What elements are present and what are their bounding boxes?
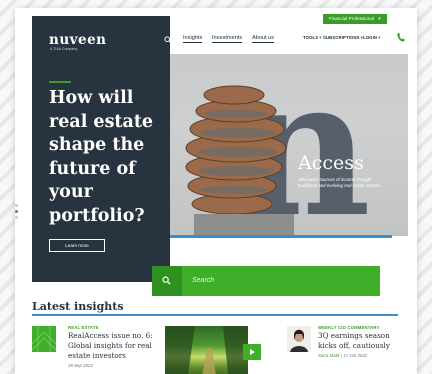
card-title[interactable]: 3Q earnings season kicks off, cautiously [318,331,400,351]
hero-text-panel: nuveen A TIAA Company How will real esta… [32,16,172,282]
real-estate-thumbnail[interactable] [31,326,57,352]
chevron-down-icon: ▾ [319,35,322,40]
chevron-down-icon: ▾ [378,35,381,40]
carousel-dot-active[interactable] [15,210,18,213]
subscriptions-label: SUBSCRIPTIONS [323,35,360,40]
nuveen-logo[interactable]: nuveen [49,32,106,48]
nav-insights[interactable]: Insights [183,34,203,43]
subscriptions-menu[interactable]: SUBSCRIPTIONS▾ [323,35,363,41]
play-icon [250,349,255,355]
forest-path-image [165,326,248,374]
overlay-description: alternative sources of income through tr… [298,177,382,188]
learn-more-button[interactable]: Learn more [49,239,105,252]
headline-accent [49,81,71,83]
tools-menu[interactable]: TOOLS▾ [303,35,322,41]
overlay-title: Access [298,152,364,174]
chevron-down-icon: ▾ [378,16,381,21]
logo-tagline: A TIAA Company [50,47,78,51]
search-icon[interactable] [164,36,172,44]
spiral-building-illustration [185,85,294,236]
author-name[interactable]: Saira Malik [318,353,340,358]
hero-building-image: n Access alternative sources of income t… [152,54,408,236]
card-tag[interactable]: REAL ESTATE [68,325,99,330]
author-photo[interactable] [287,326,311,352]
search-input[interactable]: Search [192,266,214,296]
carousel-dot[interactable] [15,204,18,207]
forest-video-thumbnail[interactable] [165,326,248,374]
section-divider [32,314,398,316]
carousel-dots [15,204,19,222]
card-tag[interactable]: WEEKLY CIO COMMENTARY [318,325,379,330]
hero-search-bar[interactable]: Search [152,266,380,296]
page: Financial Professional ▾ Insights Invest… [15,8,417,374]
play-button[interactable] [243,344,261,360]
audience-label: Financial Professional [329,16,374,21]
phone-icon[interactable] [396,31,406,43]
card-byline: Saira Malik | 17 Oct 2022 [318,353,367,358]
card-title[interactable]: RealAccess issue no. 6: Global insights … [68,331,158,361]
nav-investments[interactable]: Investments [212,34,243,43]
search-button[interactable] [152,266,182,296]
latest-insights-heading: Latest insights [32,300,124,313]
hero-accent-line [152,235,392,238]
card-date: 17 Oct 2022 [343,353,368,358]
login-menu[interactable]: LOGIN▾ [363,35,380,41]
person-portrait [287,326,311,352]
nav-about-us[interactable]: About us [252,34,275,43]
financial-professional-selector[interactable]: Financial Professional ▾ [323,14,387,24]
hero-headline: How will real estate shape the future of… [49,88,154,226]
card-date: 26 Sep 2022 [68,363,93,368]
search-icon [162,276,171,285]
tools-label: TOOLS [303,35,319,40]
carousel-dot[interactable] [15,216,18,219]
login-label: LOGIN [363,35,378,40]
grid-pattern-icon [31,326,57,352]
